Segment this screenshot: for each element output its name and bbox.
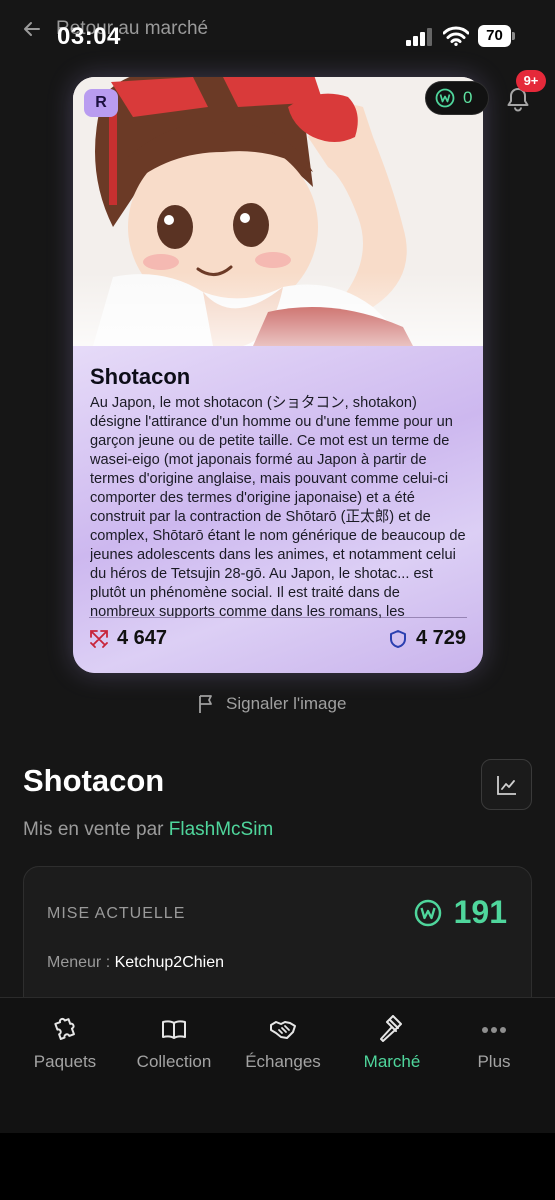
crossed-swords-icon: [90, 629, 108, 648]
nav-label: Plus: [477, 1052, 511, 1071]
book-icon: [162, 1020, 186, 1039]
nav-paquets[interactable]: Paquets: [10, 1015, 120, 1072]
seller-prefix: Mis en vente par: [23, 819, 169, 840]
seller-link[interactable]: FlashMcSim: [169, 819, 274, 840]
card-artwork: R: [73, 77, 483, 346]
shield-icon: [389, 629, 406, 648]
card-title: Shotacon: [90, 364, 191, 389]
current-bid-amount: 191: [414, 894, 507, 931]
battery-level: 70: [478, 25, 511, 47]
attack-stat: 4 647: [89, 627, 167, 650]
nav-marche[interactable]: Marché: [337, 1015, 447, 1072]
seller-line: Mis en vente par FlashMcSim: [23, 819, 273, 841]
flag-icon: [199, 695, 212, 713]
bid-leader: Meneur : Ketchup2Chien: [47, 954, 224, 972]
nav-label: Collection: [136, 1052, 212, 1071]
defense-stat: 4 729: [388, 627, 466, 650]
report-image-button[interactable]: Signaler l'image: [198, 694, 346, 714]
line-chart-icon: [496, 775, 516, 795]
handshake-icon: [270, 1021, 296, 1039]
price-history-button[interactable]: [481, 759, 532, 810]
leader-prefix: Meneur :: [47, 954, 115, 971]
nav-label: Paquets: [33, 1052, 97, 1071]
arrow-left-icon: [24, 22, 40, 36]
gavel-icon: [380, 1015, 402, 1042]
status-time: 03:04: [57, 23, 121, 50]
card-coin-value: 0: [463, 88, 473, 107]
status-bar: 03:04 70: [0, 0, 555, 64]
w-coin-icon: [435, 88, 455, 108]
bottom-navigation: Paquets Collection Échanges Marché Plus: [0, 997, 555, 1133]
notification-badge: 9+: [516, 70, 546, 92]
leader-name[interactable]: Ketchup2Chien: [115, 954, 224, 971]
card-coin-pill: 0: [425, 81, 489, 115]
nav-plus[interactable]: Plus: [439, 1015, 549, 1072]
wifi-icon: [443, 26, 469, 46]
report-label: Signaler l'image: [226, 694, 347, 713]
nav-label: Marché: [363, 1052, 421, 1071]
current-bid-label: MISE ACTUELLE: [47, 905, 186, 922]
nav-collection[interactable]: Collection: [119, 1015, 229, 1072]
cellular-signal-icon: [406, 28, 432, 46]
nav-label: Échanges: [245, 1052, 321, 1071]
trading-card[interactable]: R Shotacon Au Japon, le mot shotacon (ショ…: [73, 77, 483, 673]
attack-value: 4 647: [117, 627, 168, 649]
rarity-badge: R: [84, 89, 118, 117]
defense-value: 4 729: [415, 627, 466, 649]
puzzle-icon: [54, 1017, 75, 1040]
app-screen: Retour au marché 03:04 70 9+ R Shotacon …: [0, 0, 555, 1133]
card-body: Shotacon Au Japon, le mot shotacon (ショタコ…: [73, 346, 483, 673]
card-divider: [89, 617, 467, 618]
listing-title: Shotacon: [23, 763, 165, 798]
w-coin-icon: [414, 899, 441, 926]
card-description: Au Japon, le mot shotacon (ショタコン, shotak…: [90, 395, 466, 618]
nav-echanges[interactable]: Échanges: [228, 1015, 338, 1072]
more-dots-icon: [482, 1027, 506, 1033]
battery-indicator: 70: [478, 25, 516, 47]
current-bid-value: 191: [453, 894, 507, 930]
